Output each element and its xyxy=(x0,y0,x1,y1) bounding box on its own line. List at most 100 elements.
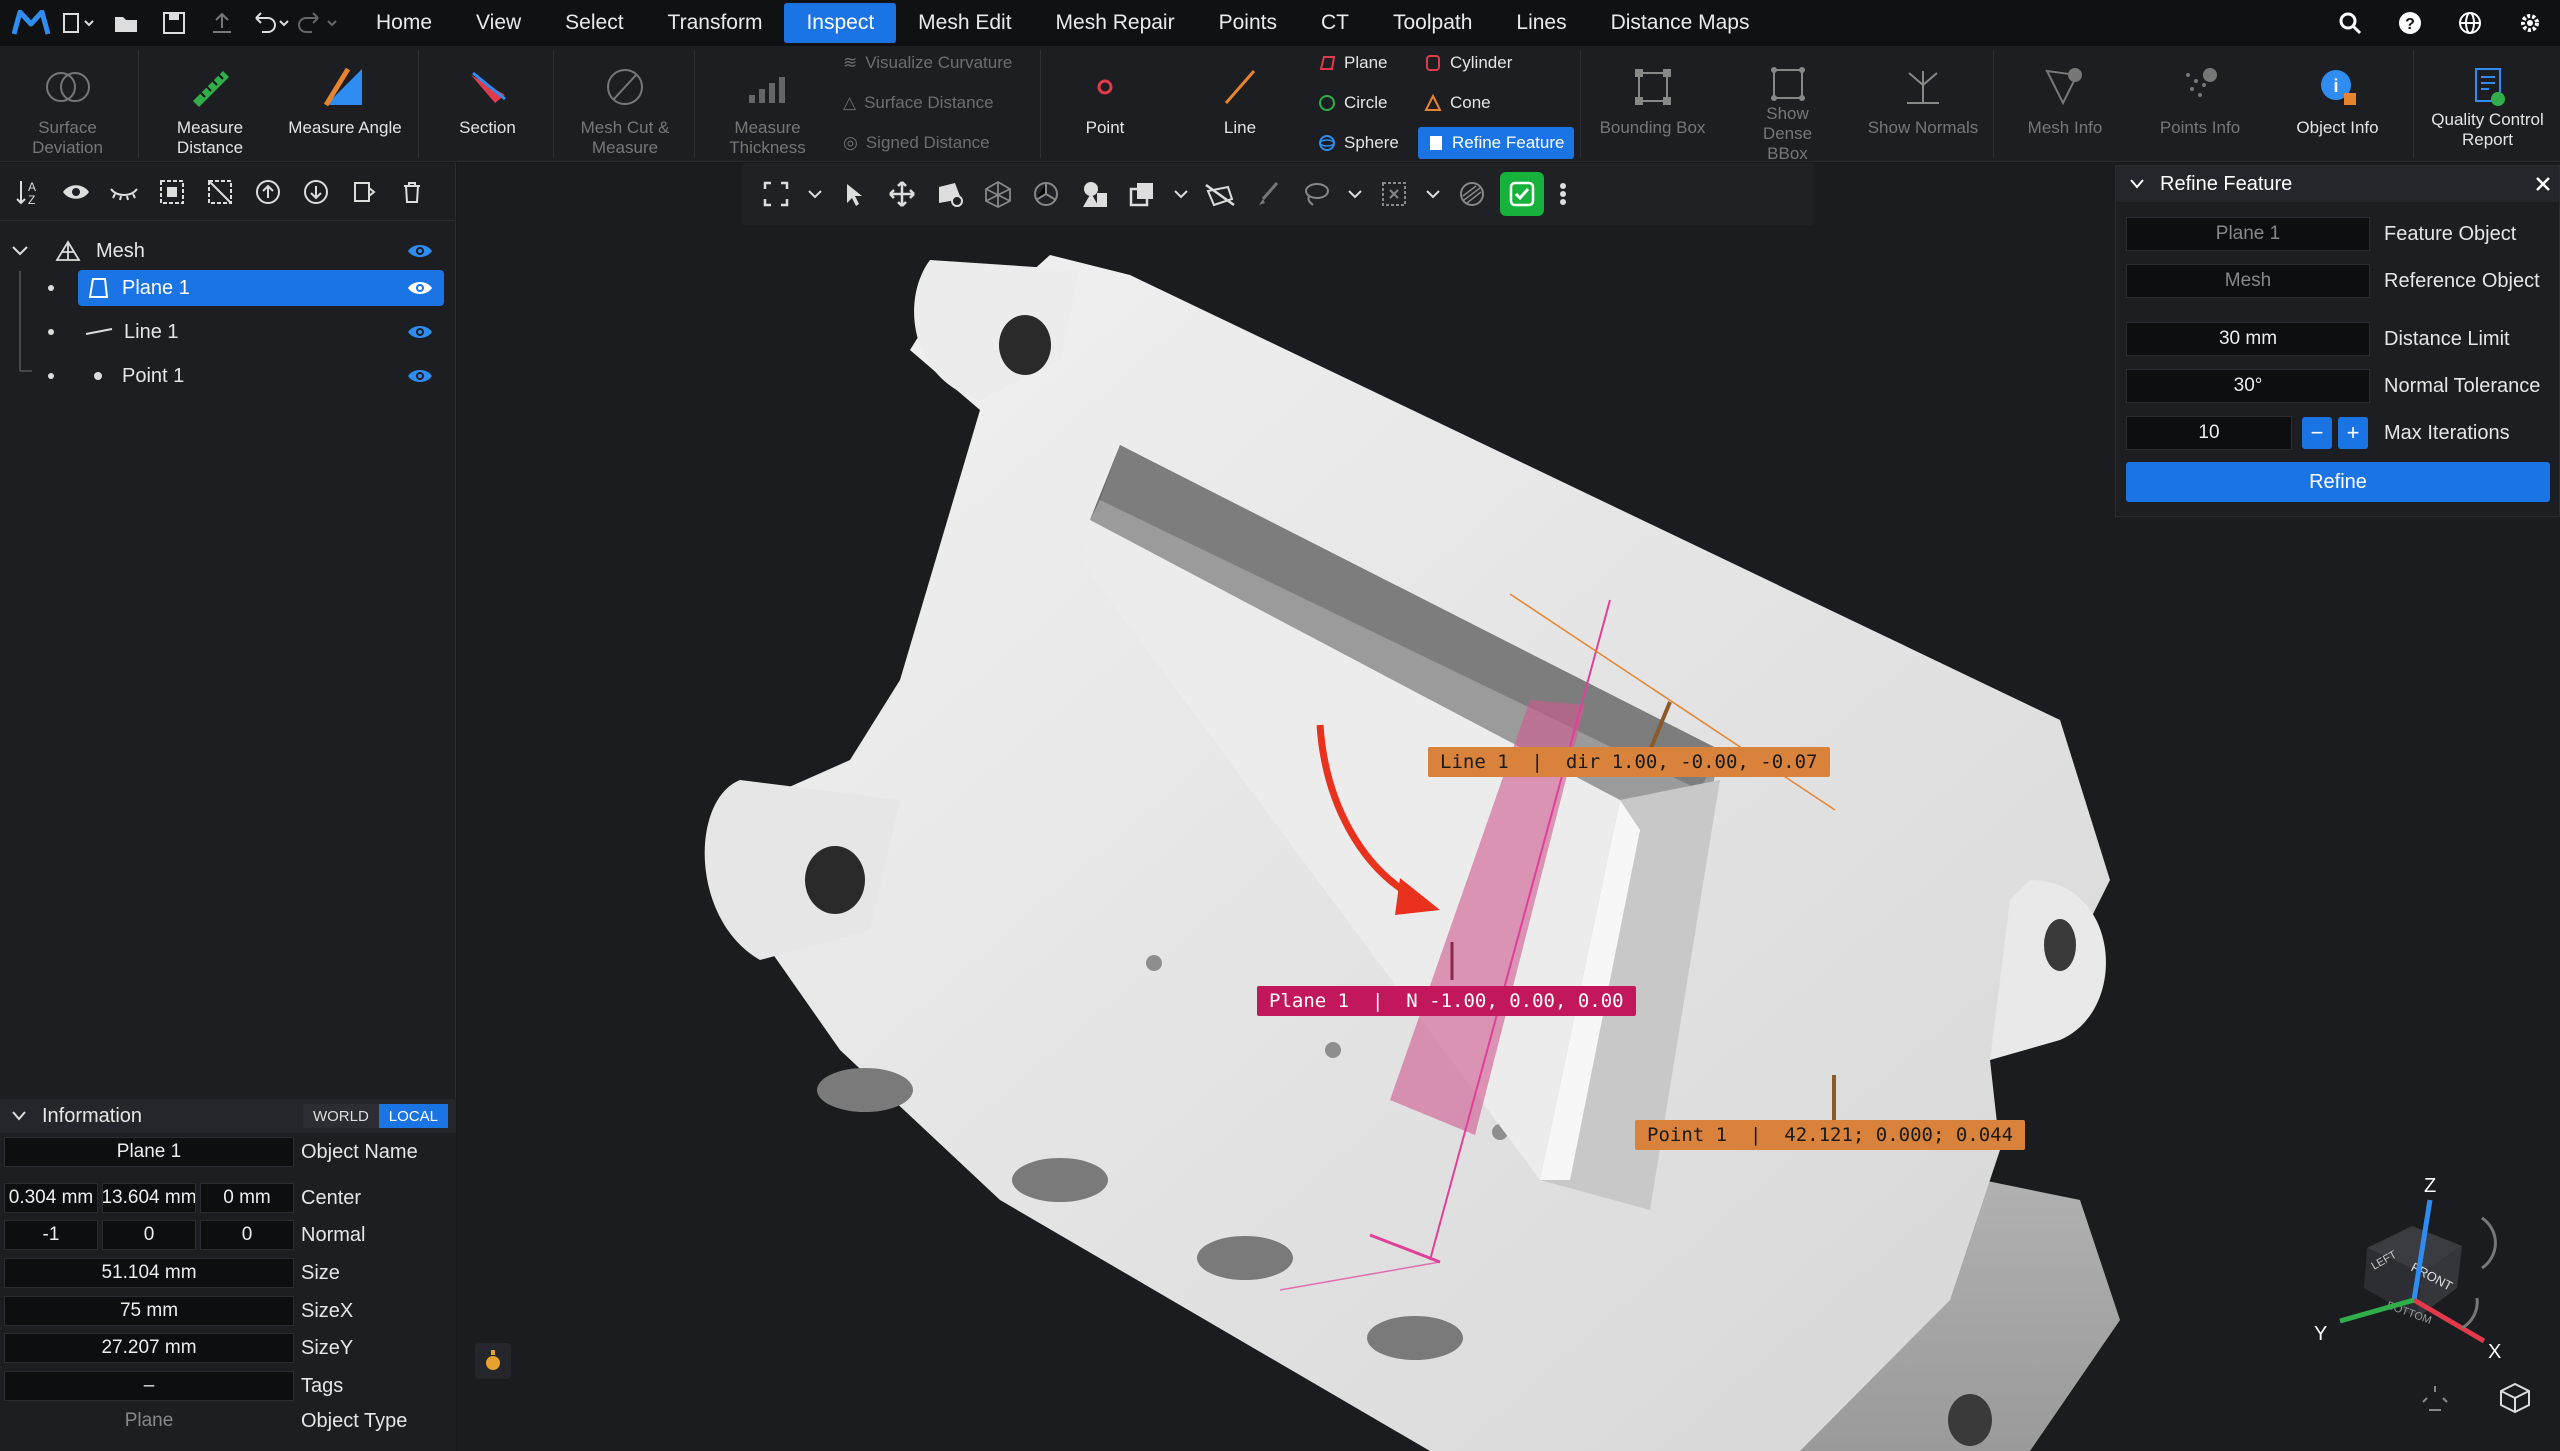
save-icon[interactable] xyxy=(150,0,198,46)
visibility-eye-icon[interactable] xyxy=(406,242,434,260)
delete-trash-icon[interactable] xyxy=(392,172,432,212)
more-options-icon[interactable] xyxy=(1552,172,1574,216)
orbit-icon[interactable] xyxy=(1026,172,1066,216)
orientation-cube-gizmo[interactable]: FRONT LEFT BOTTOM Z X Y xyxy=(2302,1148,2522,1368)
visibility-eye-icon[interactable] xyxy=(406,279,434,297)
move-up-icon[interactable] xyxy=(248,172,288,212)
tree-item-line-1[interactable]: Line 1 xyxy=(0,312,456,352)
tab-lines[interactable]: Lines xyxy=(1494,3,1588,43)
surface-deviation-button[interactable]: Surface Deviation xyxy=(10,46,125,162)
max-iterations-input[interactable]: 10 xyxy=(2126,416,2292,450)
normal-z-field[interactable]: 0 xyxy=(200,1220,294,1250)
chevron-down-icon[interactable] xyxy=(2128,177,2146,191)
circle-feature-button[interactable]: Circle xyxy=(1318,86,1387,120)
measure-thickness-button[interactable]: Measure Thickness xyxy=(705,46,830,162)
plane-feature-button[interactable]: Plane xyxy=(1318,46,1387,80)
sizey-field[interactable]: 27.207 mm xyxy=(4,1333,294,1363)
measure-angle-button[interactable]: Measure Angle xyxy=(280,46,410,162)
brush-icon[interactable] xyxy=(1248,172,1288,216)
bounding-box-button[interactable]: Bounding Box xyxy=(1590,46,1715,162)
tab-ct[interactable]: CT xyxy=(1299,3,1371,43)
decrement-button[interactable]: − xyxy=(2302,417,2332,449)
tree-item-point-1[interactable]: Point 1 xyxy=(0,356,456,396)
sizex-field[interactable]: 75 mm xyxy=(4,1296,294,1326)
tab-inspect[interactable]: Inspect xyxy=(784,3,897,43)
new-file-icon[interactable] xyxy=(54,0,102,46)
point-feature-button[interactable]: Point xyxy=(1055,46,1155,162)
tree-item-mesh[interactable]: Mesh xyxy=(0,231,456,271)
chevron-down-icon[interactable] xyxy=(10,1109,28,1123)
plane-feature-label[interactable]: Plane 1 | N -1.00, 0.00, 0.00 xyxy=(1257,986,1636,1016)
split-icon[interactable] xyxy=(344,172,384,212)
center-y-field[interactable]: 13.604 mm xyxy=(102,1183,196,1213)
world-toggle[interactable]: WORLD xyxy=(302,1104,379,1128)
surface-distance-button[interactable]: △ Surface Distance xyxy=(843,86,994,120)
reset-view-icon[interactable] xyxy=(2415,1378,2455,1418)
select-cursor-icon[interactable] xyxy=(834,172,874,216)
tab-mesh-repair[interactable]: Mesh Repair xyxy=(1034,3,1197,43)
chevron-down-icon[interactable] xyxy=(1170,172,1192,216)
tags-field[interactable]: – xyxy=(4,1371,294,1401)
chevron-down-icon[interactable] xyxy=(10,244,30,258)
mesh-cut-measure-button[interactable]: Mesh Cut & Measure xyxy=(565,46,685,162)
export-icon[interactable] xyxy=(198,0,246,46)
object-info-button[interactable]: i Object Info xyxy=(2275,46,2400,162)
show-normals-button[interactable]: Show Normals xyxy=(1858,46,1988,162)
move-down-icon[interactable] xyxy=(296,172,336,212)
tab-home[interactable]: Home xyxy=(354,3,454,43)
tab-select[interactable]: Select xyxy=(543,3,645,43)
chevron-down-icon[interactable] xyxy=(1422,172,1444,216)
shapes-icon[interactable] xyxy=(1074,172,1114,216)
reference-object-field[interactable]: Mesh xyxy=(2126,264,2370,298)
fit-view-icon[interactable] xyxy=(756,172,796,216)
chevron-down-icon[interactable] xyxy=(804,172,826,216)
checkbox-checked-icon[interactable] xyxy=(1500,172,1544,216)
search-icon[interactable] xyxy=(2320,0,2380,46)
information-header[interactable]: Information WORLD LOCAL xyxy=(0,1099,456,1133)
feature-object-field[interactable]: Plane 1 xyxy=(2126,217,2370,251)
tab-toolpath[interactable]: Toolpath xyxy=(1371,3,1494,43)
normal-tolerance-input[interactable]: 30° xyxy=(2126,369,2370,403)
measure-distance-button[interactable]: Measure Distance xyxy=(150,46,270,162)
center-z-field[interactable]: 0 mm xyxy=(200,1183,294,1213)
visibility-eye-icon[interactable] xyxy=(406,323,434,341)
cone-feature-button[interactable]: Cone xyxy=(1424,86,1491,120)
open-folder-icon[interactable] xyxy=(102,0,150,46)
undo-icon[interactable] xyxy=(246,0,294,46)
normal-x-field[interactable]: -1 xyxy=(4,1220,98,1250)
copy-transform-icon[interactable] xyxy=(1122,172,1162,216)
points-info-button[interactable]: Points Info xyxy=(2140,46,2260,162)
sort-az-icon[interactable]: AZ xyxy=(8,172,48,212)
chevron-down-icon[interactable] xyxy=(1344,172,1366,216)
tab-transform[interactable]: Transform xyxy=(646,3,785,43)
timer-icon[interactable] xyxy=(475,1343,511,1379)
paint-select-icon[interactable] xyxy=(930,172,970,216)
distance-limit-input[interactable]: 30 mm xyxy=(2126,322,2370,356)
normal-y-field[interactable]: 0 xyxy=(102,1220,196,1250)
object-name-field[interactable]: Plane 1 xyxy=(4,1137,294,1167)
show-dense-bbox-button[interactable]: Show Dense BBox xyxy=(1730,46,1845,163)
tree-item-plane-1[interactable]: Plane 1 xyxy=(0,268,456,308)
refine-feature-button[interactable]: Refine Feature xyxy=(1418,127,1575,159)
app-logo-icon[interactable] xyxy=(8,0,54,46)
redo-icon[interactable] xyxy=(294,0,342,46)
local-toggle[interactable]: LOCAL xyxy=(378,1104,448,1128)
show-all-eye-icon[interactable] xyxy=(56,172,96,212)
section-button[interactable]: Section xyxy=(430,46,545,162)
tab-distance-maps[interactable]: Distance Maps xyxy=(1589,3,1772,43)
help-icon[interactable]: ? xyxy=(2380,0,2440,46)
select-all-icon[interactable] xyxy=(152,172,192,212)
box-select-icon[interactable] xyxy=(1374,172,1414,216)
view-cube-icon[interactable] xyxy=(2495,1378,2535,1418)
tab-mesh-edit[interactable]: Mesh Edit xyxy=(896,3,1033,43)
mesh-info-button[interactable]: Mesh Info xyxy=(2005,46,2125,162)
point-feature-label[interactable]: Point 1 | 42.121; 0.000; 0.044 xyxy=(1635,1120,2026,1150)
tab-view[interactable]: View xyxy=(454,3,543,43)
sphere-feature-button[interactable]: Sphere xyxy=(1318,126,1399,160)
cylinder-feature-button[interactable]: Cylinder xyxy=(1424,46,1512,80)
deselect-all-icon[interactable] xyxy=(200,172,240,212)
deselect-icon[interactable] xyxy=(1452,172,1492,216)
refine-button[interactable]: Refine xyxy=(2126,462,2550,502)
globe-icon[interactable] xyxy=(2440,0,2500,46)
settings-gear-icon[interactable] xyxy=(2500,0,2560,46)
